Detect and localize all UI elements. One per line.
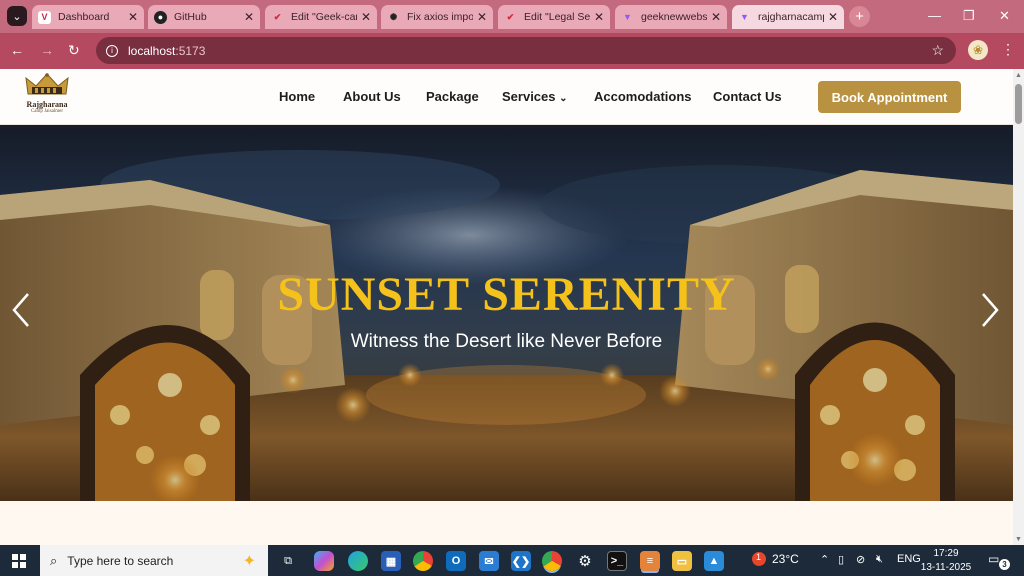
extension-icon[interactable]: ❀	[968, 40, 988, 60]
site-info-icon[interactable]: i	[106, 44, 118, 57]
address-bar[interactable]: i localhost:5173 ☆	[96, 37, 956, 64]
close-icon[interactable]: ✕	[477, 10, 487, 24]
chevron-down-icon: ⌄	[12, 10, 22, 23]
tab-edit-legal[interactable]: ✔ Edit "Legal Se ✕	[498, 5, 610, 29]
notification-center-icon[interactable]: ▭ 3	[988, 552, 1010, 570]
reload-icon[interactable]: ↻	[68, 42, 80, 59]
hero-carousel: SUNSET SERENITY Witness the Desert like …	[0, 125, 1013, 501]
windows-start-icon[interactable]	[12, 554, 26, 568]
notepad-icon[interactable]: ≡	[640, 551, 660, 571]
vite-icon: ▼	[623, 12, 632, 22]
camera-off-icon[interactable]: ⊘	[856, 553, 865, 566]
book-appointment-button[interactable]: Book Appointment	[818, 81, 961, 113]
browser-toolbar: ← → ↻ i localhost:5173 ☆	[0, 33, 1024, 69]
carousel-next-icon[interactable]	[975, 290, 1005, 330]
copilot-icon[interactable]	[314, 551, 334, 571]
chevron-up-icon[interactable]: ⌃	[820, 553, 829, 566]
nav-services[interactable]: Services ⌄	[502, 89, 568, 104]
github-icon: ●	[154, 10, 167, 24]
tab-edit-geek-camp[interactable]: ✔ Edit "Geek-camp" ✕	[265, 5, 377, 29]
tab-dashboard[interactable]: V Dashboard ✕	[32, 5, 144, 29]
outlook-icon[interactable]: O	[446, 551, 466, 571]
taskbar-clock[interactable]: 17:29 13-11-2025	[920, 547, 972, 575]
copilot-sparkle-icon: ✦	[242, 553, 256, 570]
taskbar-search-input[interactable]: ⌕ Type here to search ✦	[40, 545, 268, 576]
mail-icon[interactable]: ✉	[479, 551, 499, 571]
crown-logo-icon	[25, 73, 69, 95]
store-icon[interactable]: ▦	[381, 551, 401, 571]
tab-search-button[interactable]: ⌄	[7, 6, 27, 26]
sanity-icon: ✔	[273, 11, 282, 22]
windows-taskbar: ⌕ Type here to search ✦ ⧉ ▦ O ✉ ❮❯ ⚙ >_ …	[0, 545, 1024, 576]
chrome-icon[interactable]	[413, 551, 433, 571]
tab-github[interactable]: ● GitHub ✕	[148, 5, 260, 29]
close-window-icon[interactable]: ✕	[999, 8, 1010, 24]
nav-package[interactable]: Package	[426, 89, 479, 104]
chevron-down-icon: ⌄	[559, 93, 568, 104]
close-icon[interactable]: ✕	[128, 10, 138, 24]
tab-fix-axios[interactable]: ✺ Fix axios import ✕	[381, 5, 493, 29]
vscode-icon[interactable]: ❮❯	[511, 551, 531, 571]
volume-muted-icon[interactable]: 🔇︎	[876, 553, 883, 566]
task-view-icon[interactable]: ⧉	[278, 551, 298, 571]
minimize-icon[interactable]: —	[928, 8, 941, 23]
close-icon[interactable]: ✕	[828, 10, 838, 24]
scroll-down-icon[interactable]: ▼	[1015, 536, 1022, 543]
forward-arrow-icon[interactable]: →	[40, 42, 54, 58]
file-explorer-icon[interactable]: ▭	[672, 551, 692, 571]
device-icon[interactable]: ▯	[838, 553, 844, 566]
scroll-up-icon[interactable]: ▲	[1015, 72, 1022, 79]
terminal-icon[interactable]: >_	[607, 551, 627, 571]
chrome-active-icon[interactable]	[542, 551, 562, 571]
close-icon[interactable]: ✕	[361, 10, 371, 24]
edge-icon[interactable]	[348, 551, 368, 571]
browser-tab-strip: ⌄ V Dashboard ✕ ● GitHub ✕ ✔ Edit "Geek-…	[0, 0, 1024, 33]
weather-widget[interactable]: 1 23°C	[752, 552, 799, 566]
nav-about-us[interactable]: About Us	[343, 89, 401, 104]
tab-rajgharnacamp[interactable]: ▼ rajgharnacamp ✕	[732, 5, 844, 29]
close-icon[interactable]: ✕	[711, 10, 721, 24]
carousel-prev-icon[interactable]	[6, 290, 36, 330]
sanity-icon: ✔	[506, 11, 515, 22]
close-icon[interactable]: ✕	[244, 10, 254, 24]
nav-home[interactable]: Home	[279, 89, 315, 104]
hero-title: SUNSET SERENITY	[277, 268, 736, 321]
back-arrow-icon[interactable]: ←	[10, 42, 24, 58]
language-indicator[interactable]: ENG	[897, 553, 921, 565]
new-tab-button[interactable]: +	[849, 6, 870, 27]
search-icon: ⌕	[50, 552, 58, 568]
chatgpt-icon: ✺	[389, 11, 398, 22]
scroll-thumb[interactable]	[1015, 84, 1022, 124]
browser-menu-icon[interactable]: ⋮	[1001, 41, 1015, 58]
site-logo[interactable]: Rajgharana Camp Jaisalmer	[22, 72, 72, 120]
close-icon[interactable]: ✕	[594, 10, 604, 24]
page-scrollbar[interactable]: ▲ ▼	[1013, 69, 1024, 545]
vite-icon: ▼	[740, 12, 749, 22]
vercel-icon: V	[38, 10, 51, 24]
tab-geeknewwebsite[interactable]: ▼ geeknewwebsite ✕	[615, 5, 727, 29]
nav-contact-us[interactable]: Contact Us	[713, 89, 782, 104]
site-header: Rajgharana Camp Jaisalmer Home About Us …	[0, 69, 1013, 125]
nav-accomodations[interactable]: Accomodations	[594, 89, 692, 104]
weather-sun-icon: 1	[752, 552, 766, 566]
content-section	[0, 501, 1013, 545]
photos-icon[interactable]: ▲	[704, 551, 724, 571]
settings-gear-icon[interactable]: ⚙	[575, 551, 595, 571]
hero-subtitle: Witness the Desert like Never Before	[350, 331, 663, 352]
bookmark-star-icon[interactable]: ☆	[931, 42, 944, 59]
restore-icon[interactable]: ❐	[963, 8, 975, 24]
